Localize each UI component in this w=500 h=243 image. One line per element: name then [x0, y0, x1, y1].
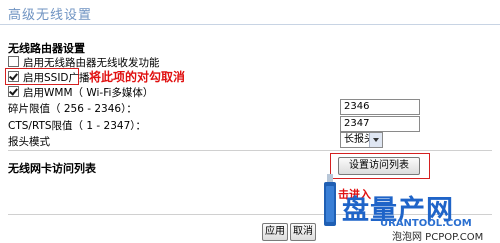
- ssid-broadcast-label: 启用SSID广播: [23, 72, 90, 84]
- fragment-label: 碎片限值（ 256 - 2346）：: [8, 103, 137, 115]
- preamble-select[interactable]: 长报头: [340, 132, 383, 148]
- enable-radio-checkbox[interactable]: [8, 56, 19, 67]
- apply-button[interactable]: 应用: [262, 223, 288, 241]
- title-divider: [0, 24, 500, 25]
- cancel-button[interactable]: 取消: [290, 223, 316, 241]
- ssid-broadcast-checkbox[interactable]: [8, 71, 19, 82]
- section-divider: [8, 150, 492, 151]
- option-wmm[interactable]: 启用WMM（ Wi-Fi多媒体）: [8, 85, 153, 100]
- router-section-title: 无线路由器设置: [8, 42, 85, 55]
- cts-rts-label: CTS/RTS限值（ 1 - 2347）：: [8, 120, 147, 132]
- page-title: 高级无线设置: [8, 8, 93, 23]
- option-ssid-broadcast[interactable]: 启用SSID广播: [8, 70, 90, 85]
- usb-drive-icon: [322, 174, 338, 226]
- wmm-label: 启用WMM（ Wi-Fi多媒体）: [23, 87, 154, 99]
- watermark-credit: 泡泡网 PCPOP.COM: [392, 232, 484, 243]
- chevron-down-icon: [369, 133, 382, 147]
- cts-rts-input[interactable]: 2347: [340, 116, 420, 132]
- wmm-checkbox[interactable]: [8, 86, 19, 97]
- ssid-annotation: 将此项的对勾取消: [89, 70, 186, 84]
- access-section-title: 无线网卡访问列表: [8, 162, 96, 175]
- preamble-label: 报头模式: [8, 136, 50, 148]
- access-list-button[interactable]: 设置访问列表: [338, 157, 420, 175]
- fragment-input[interactable]: 2346: [340, 99, 420, 115]
